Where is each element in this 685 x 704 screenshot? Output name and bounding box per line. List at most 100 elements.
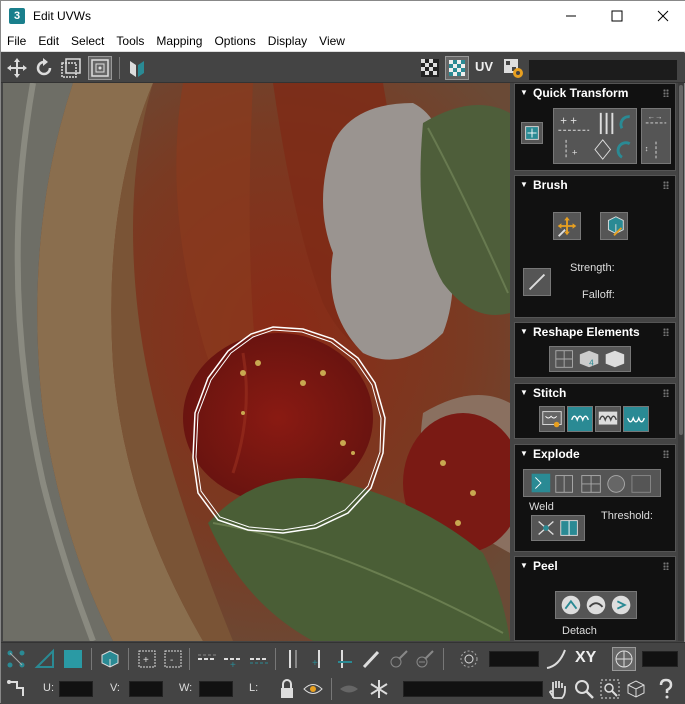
- zoom-button[interactable]: [572, 677, 596, 701]
- ring-shrink-button[interactable]: [333, 647, 357, 671]
- stitch-target-button[interactable]: [567, 406, 593, 432]
- stitch-source-button[interactable]: [623, 406, 649, 432]
- xy-label: XY: [575, 649, 597, 666]
- stitch-average-icon: [598, 411, 618, 425]
- maximize-button[interactable]: [594, 1, 640, 31]
- reshape-tools-group[interactable]: 4: [549, 346, 631, 372]
- menu-tools[interactable]: Tools: [110, 31, 150, 52]
- texture-background: [3, 83, 510, 641]
- show-hidden-button[interactable]: [301, 677, 325, 701]
- stitch-custom-button[interactable]: [539, 406, 565, 432]
- w-label: W:: [179, 682, 193, 694]
- help-button[interactable]: [654, 677, 678, 701]
- break-tools-group[interactable]: [523, 469, 661, 497]
- menu-display[interactable]: Display: [262, 31, 313, 52]
- uv-viewport[interactable]: [3, 83, 510, 641]
- brush-title: Brush: [533, 178, 568, 192]
- peel-tools-group[interactable]: [555, 591, 637, 619]
- grip-icon: [663, 389, 669, 397]
- edge-mode-button[interactable]: [33, 647, 57, 671]
- mirror-icon: [130, 61, 144, 77]
- minimize-button[interactable]: [548, 1, 594, 31]
- scale-button[interactable]: [59, 56, 83, 80]
- lock-button[interactable]: [275, 677, 299, 701]
- brush-size-button[interactable]: [523, 268, 551, 296]
- falloff-curve-button[interactable]: [544, 647, 568, 671]
- pivot-icon: [525, 126, 539, 140]
- checker-icon: [421, 59, 439, 77]
- explode-rollout: ▼ Explode Weld Threshold:: [514, 444, 676, 552]
- filter-field[interactable]: [403, 681, 543, 697]
- freeform-icon: [91, 59, 109, 77]
- paint-grow-button[interactable]: [387, 647, 411, 671]
- u-value-field[interactable]: [59, 681, 93, 697]
- menu-edit[interactable]: Edit: [32, 31, 65, 52]
- falloff-space-button[interactable]: [612, 647, 636, 671]
- menu-options[interactable]: Options: [208, 31, 261, 52]
- pan-button[interactable]: [546, 677, 570, 701]
- distribute-tools-group[interactable]: ←→ ↕: [641, 108, 671, 164]
- falloff-space-field[interactable]: [642, 651, 678, 667]
- paint-select-button[interactable]: [359, 647, 383, 671]
- freeform-button[interactable]: [88, 56, 112, 80]
- grow-selection-button[interactable]: +: [135, 647, 159, 671]
- paint-move-button[interactable]: [553, 212, 581, 240]
- toolbar-separator: [128, 648, 129, 670]
- svg-text:+: +: [230, 660, 236, 670]
- element-mode-button[interactable]: [98, 647, 122, 671]
- relax-brush-button[interactable]: [600, 212, 628, 240]
- hide-button[interactable]: [337, 677, 361, 701]
- zoom-region-button[interactable]: [598, 677, 622, 701]
- pivot-button[interactable]: [521, 122, 543, 144]
- menu-view[interactable]: View: [313, 31, 351, 52]
- offset-mode-icon: [7, 680, 24, 696]
- absolute-offset-button[interactable]: [4, 677, 28, 701]
- rotate-button[interactable]: [32, 56, 56, 80]
- menu-select[interactable]: Select: [65, 31, 110, 52]
- uv-settings-button[interactable]: [501, 56, 525, 80]
- edge-icon: [34, 648, 54, 668]
- explode-header[interactable]: ▼ Explode: [515, 445, 675, 463]
- panel-scroll-thumb[interactable]: [679, 85, 683, 435]
- stitch-average-button[interactable]: [595, 406, 621, 432]
- loop-grow-button[interactable]: +: [221, 647, 245, 671]
- stitch-source-icon: [627, 416, 645, 423]
- vertex-mode-button[interactable]: [4, 647, 28, 671]
- brush-rollout: ▼ Brush Strength: Falloff:: [514, 175, 676, 318]
- weld-tools-group[interactable]: [531, 515, 585, 541]
- soft-selection-button[interactable]: [457, 647, 481, 671]
- brush-header[interactable]: ▼ Brush: [515, 176, 675, 194]
- falloff-space-icon: [615, 650, 633, 668]
- ring-icon: [289, 650, 297, 668]
- freeze-button[interactable]: [367, 677, 391, 701]
- hide-icon: [340, 685, 358, 693]
- menu-mapping[interactable]: Mapping: [150, 31, 208, 52]
- move-button[interactable]: [5, 56, 29, 80]
- mirror-button[interactable]: [125, 56, 149, 80]
- reshape-elements-header[interactable]: ▼ Reshape Elements: [515, 323, 675, 341]
- menu-file[interactable]: File: [1, 31, 32, 52]
- close-button[interactable]: [640, 1, 685, 31]
- paint-shrink-button[interactable]: [413, 647, 437, 671]
- threshold-label: Threshold:: [601, 510, 653, 522]
- face-icon: [64, 650, 82, 668]
- texture-dropdown[interactable]: [529, 60, 677, 80]
- ring-grow-button[interactable]: +: [307, 647, 331, 671]
- shrink-selection-button[interactable]: -: [161, 647, 185, 671]
- face-mode-button[interactable]: [61, 647, 85, 671]
- hand-icon: [548, 681, 566, 699]
- loop-grow-icon: +: [224, 658, 242, 670]
- align-tools-group[interactable]: + + +: [553, 108, 637, 164]
- v-value-field[interactable]: [129, 681, 163, 697]
- loop-shrink-button[interactable]: [247, 647, 271, 671]
- quick-transform-header[interactable]: ▼ Quick Transform: [515, 84, 675, 102]
- peel-header[interactable]: ▼ Peel: [515, 557, 675, 575]
- ring-button[interactable]: [281, 647, 305, 671]
- loop-button[interactable]: [195, 647, 219, 671]
- stitch-header[interactable]: ▼ Stitch: [515, 384, 675, 402]
- falloff-value-field[interactable]: [489, 651, 539, 667]
- checker-pattern-button[interactable]: [445, 56, 469, 80]
- zoom-extents-button[interactable]: [624, 677, 648, 701]
- w-value-field[interactable]: [199, 681, 233, 697]
- checker-button[interactable]: [418, 56, 442, 80]
